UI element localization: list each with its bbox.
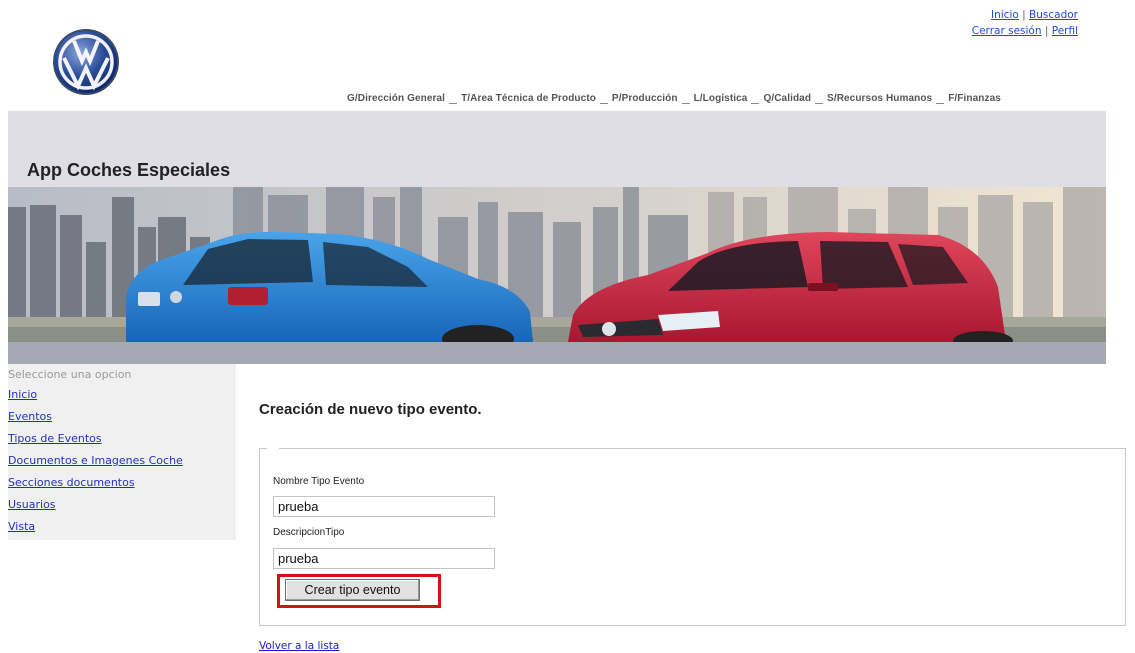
sidebar-link-tipos-de-eventos[interactable]: Tipos de Eventos (8, 432, 102, 445)
fieldset-legend (267, 446, 279, 450)
nombre-tipo-evento-input[interactable] (273, 496, 495, 517)
sidebar: Seleccione una opcion Inicio Eventos Tip… (8, 364, 236, 540)
sidebar-link-eventos[interactable]: Eventos (8, 410, 52, 423)
descripcion-tipo-input[interactable] (273, 548, 495, 569)
nav-item-area-tecnica[interactable]: T/Area Técnica de Producto (461, 93, 596, 104)
sidebar-item-tipos-de-eventos: Tipos de Eventos (8, 432, 183, 454)
nav-separator (751, 97, 760, 104)
sidebar-menu: Inicio Eventos Tipos de Eventos Document… (8, 388, 183, 542)
sidebar-item-eventos: Eventos (8, 410, 183, 432)
vw-logo-icon (53, 29, 119, 95)
top-link-inicio[interactable]: Inicio (991, 9, 1019, 21)
sidebar-link-inicio[interactable]: Inicio (8, 388, 37, 401)
nav-separator (599, 97, 608, 104)
nav-item-recursos-humanos[interactable]: S/Recursos Humanos (827, 93, 932, 104)
crear-tipo-evento-button[interactable]: Crear tipo evento (285, 579, 420, 601)
sidebar-link-vista[interactable]: Vista (8, 520, 35, 533)
top-links: Inicio | Buscador Cerrar sesión | Perfil (918, 7, 1078, 39)
descripcion-tipo-label: DescripcionTipo (273, 527, 345, 538)
nav-separator (815, 97, 824, 104)
department-nav: G/Dirección General T/Area Técnica de Pro… (347, 93, 1001, 104)
page-title: Creación de nuevo tipo evento. (259, 401, 482, 418)
nav-item-direccion-general[interactable]: G/Dirección General (347, 93, 445, 104)
nombre-tipo-evento-label: Nombre Tipo Evento (273, 476, 365, 487)
sidebar-item-vista: Vista (8, 520, 183, 542)
sidebar-item-usuarios: Usuarios (8, 498, 183, 520)
volver-a-la-lista-link[interactable]: Volver a la lista (259, 640, 339, 652)
nav-separator (449, 97, 458, 104)
sidebar-link-usuarios[interactable]: Usuarios (8, 498, 56, 511)
top-link-cerrar-sesion[interactable]: Cerrar sesión (972, 25, 1042, 37)
nav-item-calidad[interactable]: Q/Calidad (763, 93, 811, 104)
sidebar-item-documentos-imagenes: Documentos e Imagenes Coche (8, 454, 183, 476)
nav-separator (681, 97, 690, 104)
nav-item-finanzas[interactable]: F/Finanzas (948, 93, 1001, 104)
app-title: App Coches Especiales (27, 160, 231, 180)
banner-image (8, 187, 1106, 342)
top-link-buscador[interactable]: Buscador (1029, 9, 1078, 21)
nav-item-logistica[interactable]: L/Logística (694, 93, 748, 104)
sidebar-link-secciones-documentos[interactable]: Secciones documentos (8, 476, 135, 489)
sidebar-link-documentos-imagenes[interactable]: Documentos e Imagenes Coche (8, 454, 183, 467)
banner-strip (8, 342, 1106, 364)
top-link-separator: | (1044, 25, 1049, 37)
nav-item-produccion[interactable]: P/Producción (612, 93, 678, 104)
sidebar-item-inicio: Inicio (8, 388, 183, 410)
top-link-perfil[interactable]: Perfil (1052, 25, 1078, 37)
top-link-separator: | (1022, 9, 1026, 21)
sidebar-item-secciones-documentos: Secciones documentos (8, 476, 183, 498)
sidebar-title: Seleccione una opcion (8, 368, 132, 381)
nav-separator (936, 97, 945, 104)
